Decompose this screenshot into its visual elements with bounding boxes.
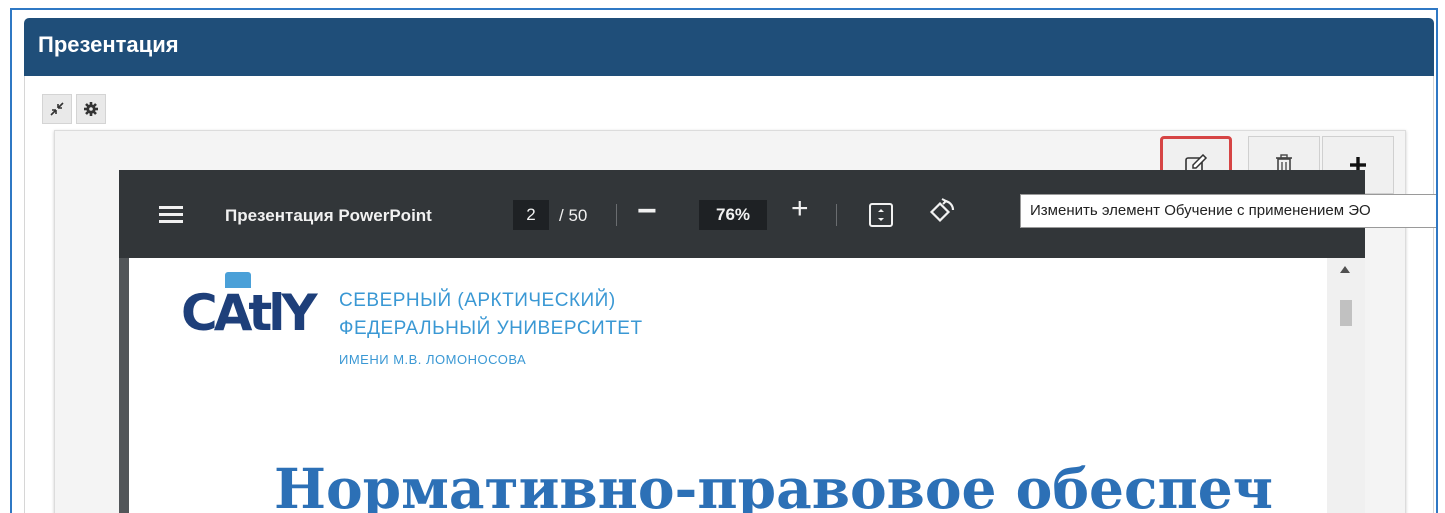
logo-text: CAtlY bbox=[181, 284, 318, 342]
toolbar-divider bbox=[616, 204, 617, 226]
slide-page: CAtlY СЕВЕРНЫЙ (АРКТИЧЕСКИЙ) ФЕДЕРАЛЬНЫЙ… bbox=[129, 258, 1327, 513]
collapse-icon bbox=[50, 102, 64, 116]
university-name-line1: СЕВЕРНЫЙ (АРКТИЧЕСКИЙ) bbox=[339, 290, 616, 311]
page-number-input[interactable]: 2 bbox=[513, 200, 549, 230]
collapse-button[interactable] bbox=[42, 94, 72, 124]
screenshot-frame: Презентация Презентация PowerPoint 2 / 5… bbox=[10, 8, 1438, 513]
fit-page-icon[interactable] bbox=[869, 203, 893, 227]
zoom-out-button[interactable]: − bbox=[637, 192, 657, 231]
panel-header: Презентация bbox=[24, 18, 1434, 76]
slide-heading: Нормативно-правовое обеспеч bbox=[274, 456, 1274, 513]
university-name-line3: ИМЕНИ М.В. ЛОМОНОСОВА bbox=[339, 352, 527, 367]
zoom-in-button[interactable]: + bbox=[791, 192, 809, 226]
edit-tooltip: Изменить элемент Обучение с применением … bbox=[1020, 194, 1436, 228]
scroll-thumb[interactable] bbox=[1340, 300, 1352, 326]
viewer-scrollbar[interactable] bbox=[1327, 258, 1365, 513]
scroll-up-arrow-icon[interactable] bbox=[1340, 266, 1350, 273]
settings-button[interactable] bbox=[76, 94, 106, 124]
university-name-line2: ФЕДЕРАЛЬНЫЙ УНИВЕРСИТЕТ bbox=[339, 318, 643, 339]
gear-icon bbox=[84, 102, 98, 116]
toolbar-divider bbox=[836, 204, 837, 226]
page-total: / 50 bbox=[559, 206, 588, 225]
zoom-level-input[interactable]: 76% bbox=[699, 200, 767, 230]
rotate-icon[interactable] bbox=[929, 197, 957, 232]
university-logo: CAtlY bbox=[181, 272, 318, 342]
panel-title: Презентация bbox=[38, 32, 179, 57]
document-title: Презентация PowerPoint bbox=[225, 206, 432, 225]
menu-icon[interactable] bbox=[159, 206, 183, 224]
